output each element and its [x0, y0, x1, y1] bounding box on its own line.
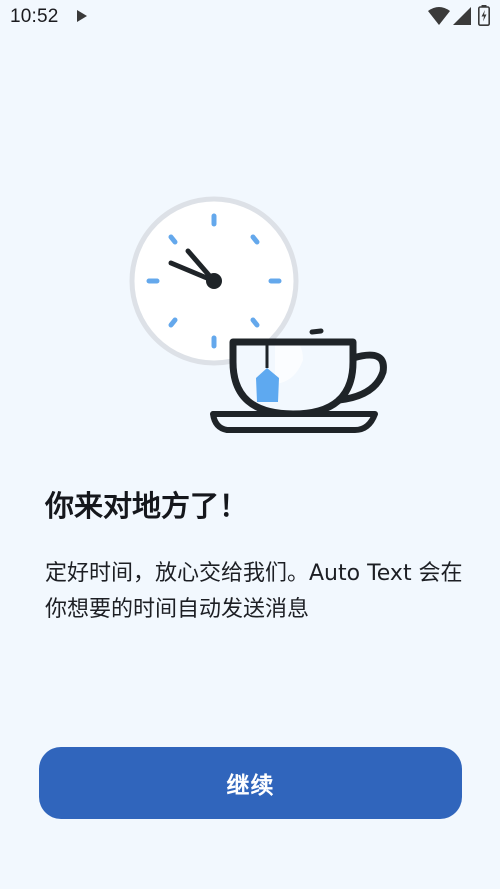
clock-teacup-illustration	[129, 196, 387, 433]
status-bar: 10:52	[0, 0, 500, 36]
page-description: 定好时间，放心交给我们。Auto Text 会在你想要的时间自动发送消息	[45, 561, 463, 622]
status-time: 10:52	[10, 6, 59, 27]
page-title: 你来对地方了！	[45, 489, 249, 523]
clock-icon	[129, 196, 299, 366]
continue-button[interactable]: 继续	[39, 747, 462, 819]
wifi-icon	[428, 7, 450, 25]
play-icon	[77, 10, 87, 22]
teacup-icon	[210, 328, 387, 433]
signal-icon	[453, 7, 471, 25]
battery-charging-icon	[478, 5, 490, 26]
